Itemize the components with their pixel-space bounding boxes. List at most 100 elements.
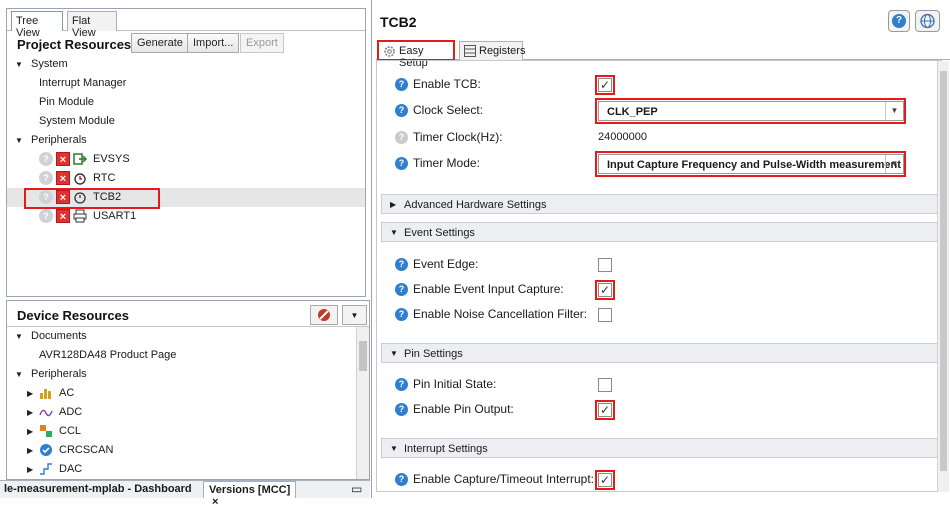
enable-pin-output-row: ? Enable Pin Output: ✓ xyxy=(372,399,950,421)
expand-right-icon[interactable]: ▶ xyxy=(27,465,33,474)
field-label: Enable Noise Cancellation Filter: xyxy=(413,307,588,321)
expand-down-icon: ▼ xyxy=(390,444,398,453)
settings-scrollbar[interactable] xyxy=(937,61,949,492)
event-edge-checkbox[interactable] xyxy=(598,258,612,272)
scrollbar-thumb[interactable] xyxy=(359,341,367,371)
help-icon[interactable]: ? xyxy=(395,403,408,416)
help-icon[interactable]: ? xyxy=(395,283,408,296)
expand-right-icon[interactable]: ▶ xyxy=(27,446,33,455)
tree-item-interrupt-manager[interactable]: Interrupt Manager xyxy=(7,74,365,93)
enable-tcb-row: ? Enable TCB: ✓ xyxy=(372,74,950,96)
expand-right-icon: ▶ xyxy=(390,200,397,209)
filter-toggle-button[interactable] xyxy=(310,305,338,325)
tcb2-highlight-box xyxy=(24,188,160,209)
device-scrollbar[interactable] xyxy=(356,327,369,479)
pin-initial-state-row: ? Pin Initial State: xyxy=(372,374,950,396)
timer-mode-row: ? Timer Mode: Input Capture Frequency an… xyxy=(372,151,950,177)
export-button[interactable]: Export xyxy=(240,33,284,53)
project-resources-title: Project Resources xyxy=(17,37,132,52)
help-icon[interactable]: ? xyxy=(395,308,408,321)
tree-item-evsys[interactable]: ? × EVSYS xyxy=(7,150,365,169)
remove-icon[interactable]: × xyxy=(56,152,70,166)
remove-icon[interactable]: × xyxy=(56,209,70,223)
help-icon[interactable]: ? xyxy=(395,104,408,117)
import-button[interactable]: Import... xyxy=(187,33,240,53)
dropdown-arrow-icon[interactable]: ▼ xyxy=(342,305,367,325)
section-label: Event Settings xyxy=(404,227,475,239)
tree-item-label: AVR128DA48 Product Page xyxy=(39,349,177,361)
tree-peripherals-label: Peripherals xyxy=(31,368,87,380)
expand-right-icon[interactable]: ▶ xyxy=(27,389,33,398)
section-advanced-hardware[interactable]: ▶ Advanced Hardware Settings xyxy=(381,194,947,214)
remove-icon[interactable]: × xyxy=(56,171,70,185)
section-label: Pin Settings xyxy=(404,348,463,360)
help-button[interactable]: ? xyxy=(888,10,910,32)
tree-peripherals-label: Peripherals xyxy=(31,134,87,146)
step-wave-icon xyxy=(39,462,53,476)
field-label: Enable Event Input Capture: xyxy=(413,282,564,296)
expand-down-icon[interactable]: ▼ xyxy=(15,370,23,379)
tab-easy-setup[interactable]: Easy Setup xyxy=(377,40,455,69)
noise-cancellation-checkbox[interactable] xyxy=(598,308,612,322)
minimize-icon[interactable]: ▭ xyxy=(351,482,362,496)
generate-button[interactable]: Generate xyxy=(131,33,189,53)
tab-dashboard[interactable]: le-measurement-mplab - Dashboard xyxy=(4,483,192,495)
highlight-box xyxy=(595,151,906,177)
tree-peripherals[interactable]: ▼ Peripherals xyxy=(7,131,365,150)
field-label: Event Edge: xyxy=(413,257,479,271)
highlight-box xyxy=(595,400,615,420)
help-icon[interactable]: ? xyxy=(395,78,408,91)
settings-content xyxy=(376,60,942,492)
device-resources-title: Device Resources xyxy=(17,308,130,323)
tree-device-peripherals[interactable]: ▼ Peripherals xyxy=(7,365,369,384)
expand-down-icon[interactable]: ▼ xyxy=(15,332,23,341)
pin-initial-state-checkbox[interactable] xyxy=(598,378,612,392)
tree-documents[interactable]: ▼ Documents xyxy=(7,327,369,346)
field-label: Enable Capture/Timeout Interrupt: xyxy=(413,472,594,486)
field-label: Timer Clock(Hz): xyxy=(413,130,503,144)
help-icon[interactable]: ? xyxy=(395,378,408,391)
tree-item-label: ADC xyxy=(59,406,83,418)
tree-item-ac[interactable]: ▶ AC xyxy=(7,384,369,403)
expand-right-icon[interactable]: ▶ xyxy=(27,427,33,436)
help-icon[interactable]: ? xyxy=(395,473,408,486)
page-title: TCB2 xyxy=(380,14,417,30)
tree-item-crcscan[interactable]: ▶ CRCSCAN xyxy=(7,441,369,460)
enable-interrupt-row: ? Enable Capture/Timeout Interrupt: ✓ xyxy=(372,469,950,491)
right-panel: TCB2 ? Easy Setup Registers ? Enable TCB… xyxy=(371,0,950,498)
expand-down-icon[interactable]: ▼ xyxy=(15,136,23,145)
help-disabled-icon: ? xyxy=(395,131,408,144)
gear-icon xyxy=(384,46,395,57)
tab-registers[interactable]: Registers xyxy=(459,41,525,60)
timer-clock-row: ? Timer Clock(Hz): 24000000 xyxy=(372,127,950,149)
waveform-icon xyxy=(39,405,53,419)
scrollbar-thumb[interactable] xyxy=(940,71,947,471)
tree-item-product-page[interactable]: AVR128DA48 Product Page xyxy=(7,346,369,365)
tree-item-adc[interactable]: ▶ ADC xyxy=(7,403,369,422)
tree-item-dac[interactable]: ▶ DAC xyxy=(7,460,369,479)
tree-item-ccl[interactable]: ▶ CCL xyxy=(7,422,369,441)
help-icon[interactable]: ? xyxy=(395,157,408,170)
device-resources-panel: Device Resources ▼ ▼ Documents AVR128DA4… xyxy=(6,300,370,480)
expand-down-icon[interactable]: ▼ xyxy=(15,60,23,69)
section-label: Advanced Hardware Settings xyxy=(404,199,547,211)
tab-flat-view[interactable]: Flat View xyxy=(67,11,117,39)
section-pin-settings[interactable]: ▼ Pin Settings xyxy=(381,343,947,363)
help-icon[interactable]: ? xyxy=(395,258,408,271)
noise-cancellation-row: ? Enable Noise Cancellation Filter: xyxy=(372,304,950,326)
tree-system[interactable]: ▼ System xyxy=(7,55,365,74)
globe-button[interactable] xyxy=(915,10,940,32)
tree-item-pin-module[interactable]: Pin Module xyxy=(7,93,365,112)
section-event-settings[interactable]: ▼ Event Settings xyxy=(381,222,947,242)
clock-select-row: ? Clock Select: CLK_PEP ▼ xyxy=(372,98,950,124)
section-interrupt-settings[interactable]: ▼ Interrupt Settings xyxy=(381,438,947,458)
tree-item-system-module[interactable]: System Module xyxy=(7,112,365,131)
tab-tree-view[interactable]: Tree View xyxy=(11,11,63,39)
tree-item-usart1[interactable]: ? × USART1 xyxy=(7,207,365,226)
tab-versions-mcc[interactable]: Versions [MCC] × xyxy=(203,481,296,508)
expand-right-icon[interactable]: ▶ xyxy=(27,408,33,417)
field-label: Enable Pin Output: xyxy=(413,402,514,416)
tree-item-rtc[interactable]: ? × RTC xyxy=(7,169,365,188)
help-icon: ? xyxy=(892,14,906,28)
tree-item-label: AC xyxy=(59,387,75,399)
